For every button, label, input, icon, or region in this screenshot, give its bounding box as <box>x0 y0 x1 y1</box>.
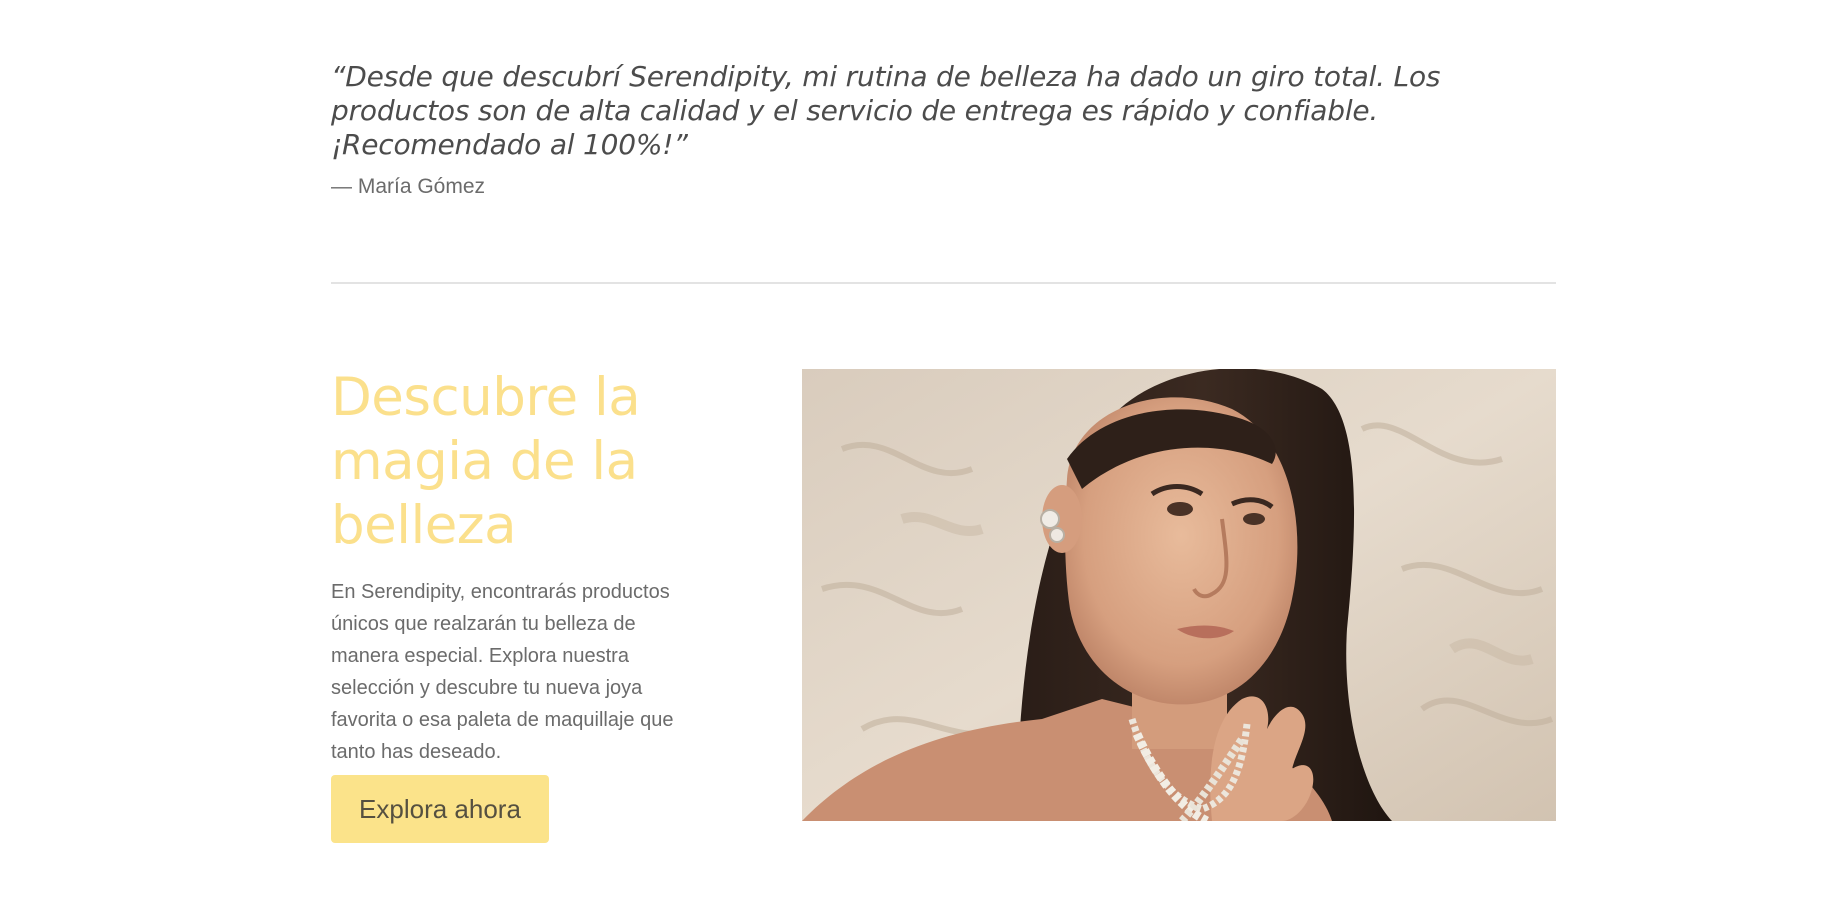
promo-heading: Descubre la magia de la belleza <box>331 367 641 556</box>
promo-description: En Serendipity, encontrarás productos ún… <box>331 581 674 763</box>
testimonial-author: — María Gómez <box>331 175 486 198</box>
model-photo-illustration <box>802 369 1556 821</box>
page: “Desde que descubrí Serendipity, mi ruti… <box>0 0 1843 909</box>
model-photo <box>802 369 1556 821</box>
testimonial-quote: “Desde que descubrí Serendipity, mi ruti… <box>331 60 1441 161</box>
testimonial-section: “Desde que descubrí Serendipity, mi ruti… <box>331 60 1481 200</box>
explore-now-button[interactable]: Explora ahora <box>331 775 549 843</box>
section-divider <box>331 282 1556 284</box>
